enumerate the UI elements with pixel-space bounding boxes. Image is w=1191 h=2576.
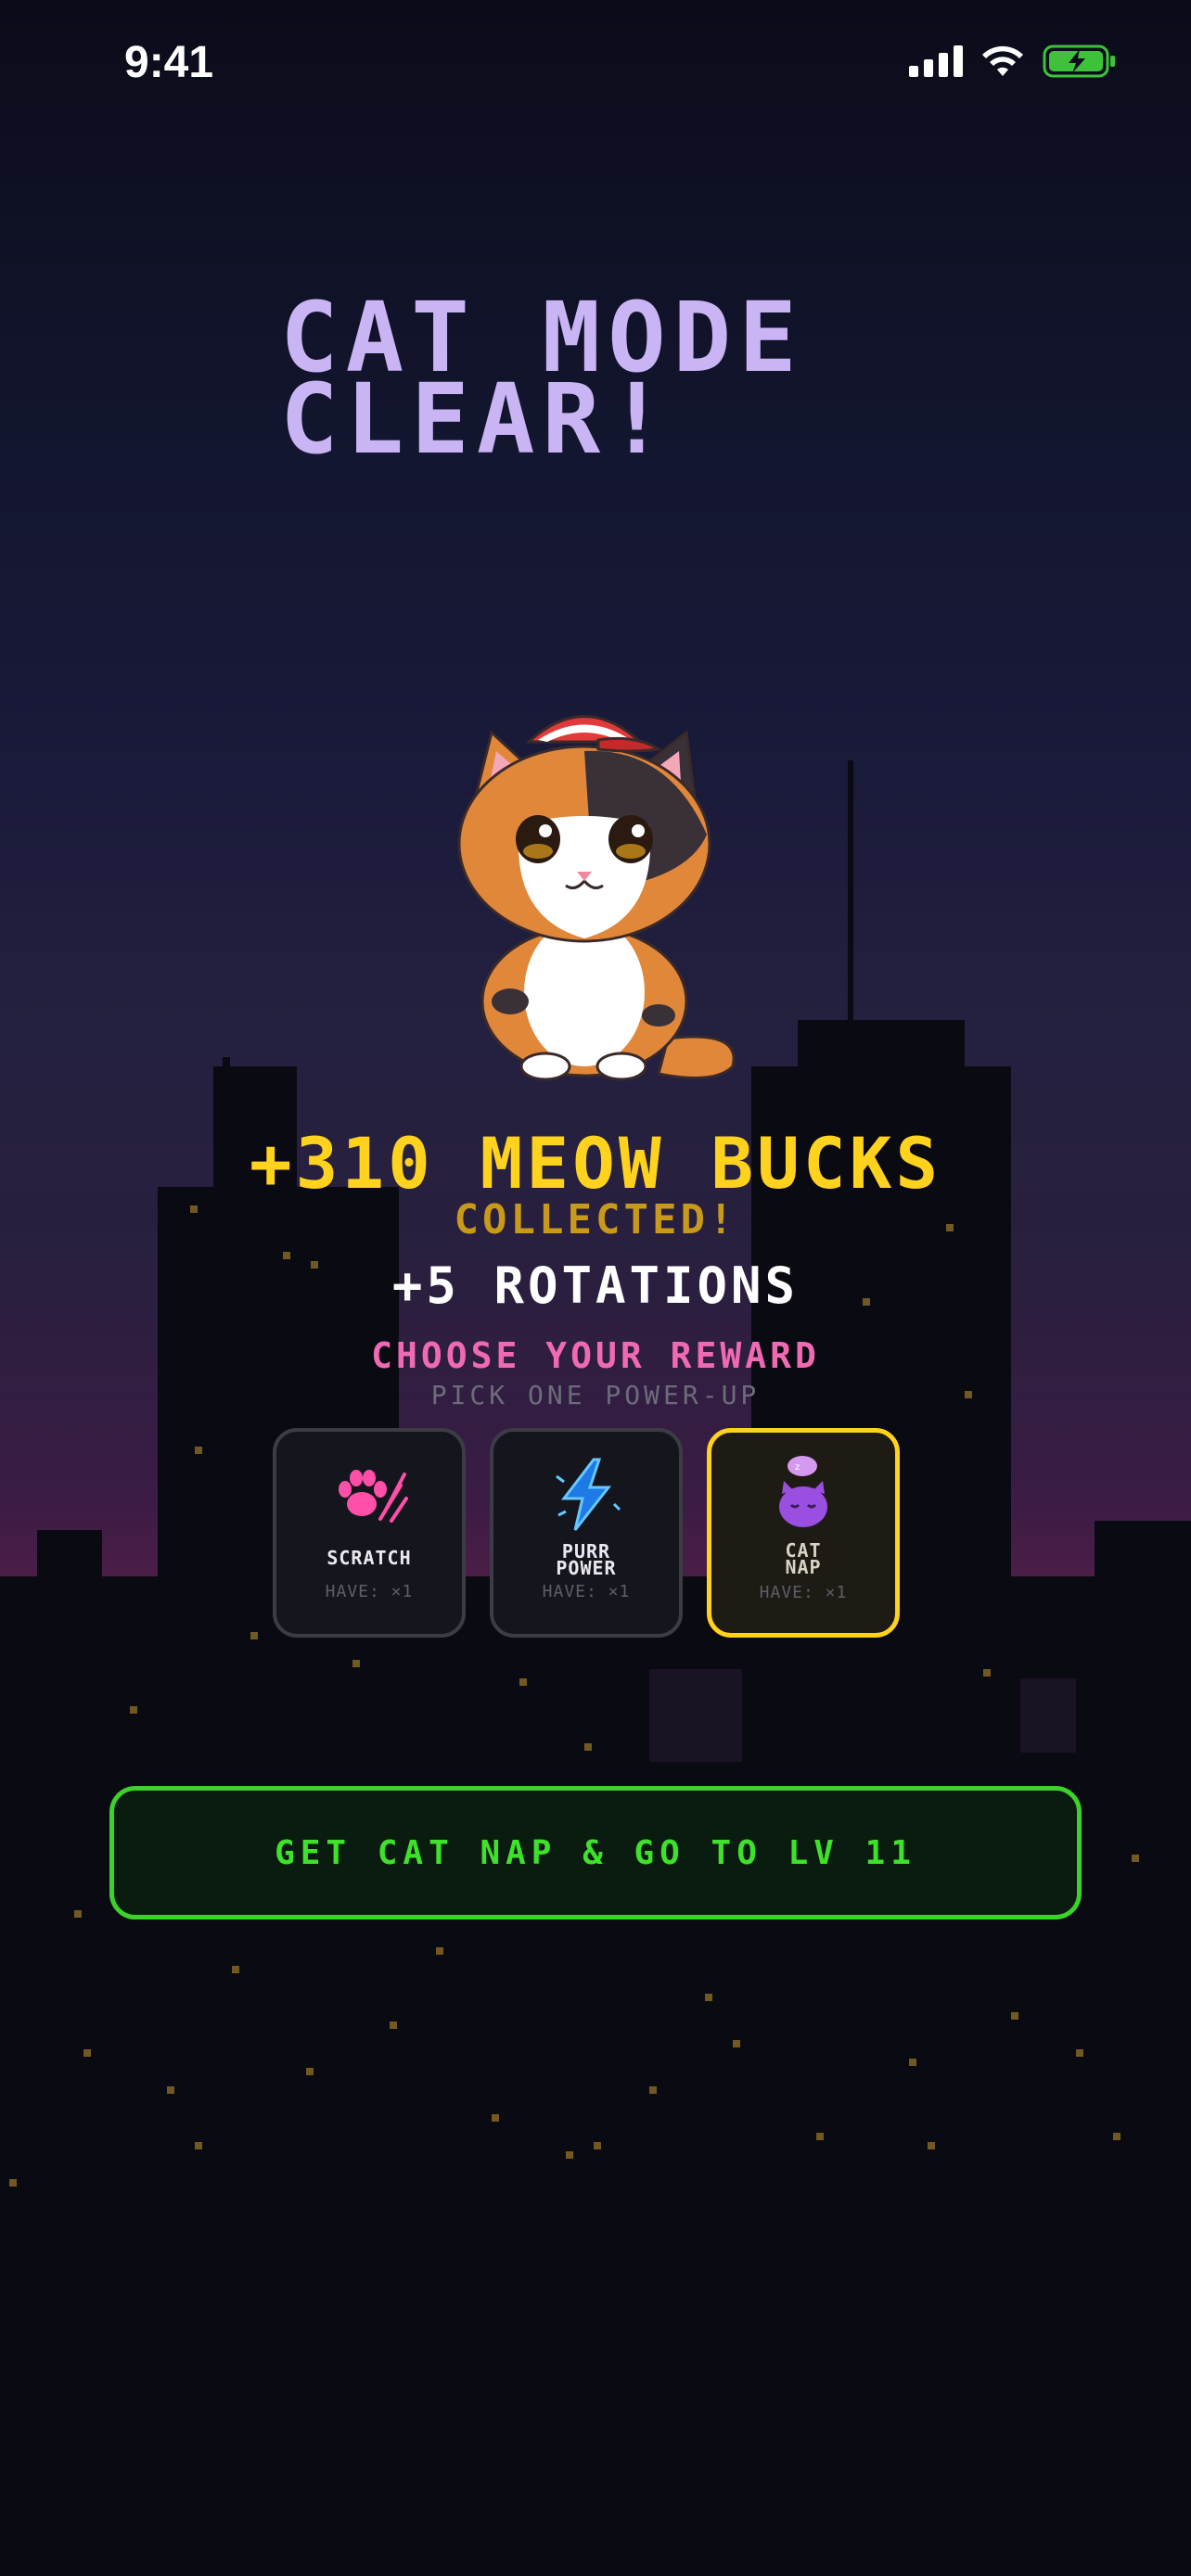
sleeping-cat-icon: z	[779, 1456, 827, 1527]
powerup-have-count: HAVE: ×1	[759, 1583, 848, 1602]
continue-button[interactable]: GET CAT NAP & GO TO LV 11	[109, 1786, 1082, 1919]
powerup-card-scratch[interactable]: SCRATCH HAVE: ×1	[273, 1428, 466, 1638]
powerup-have-count: HAVE: ×1	[542, 1582, 631, 1601]
signal-icon	[909, 45, 963, 77]
choose-reward-heading: CHOOSE YOUR REWARD	[371, 1335, 820, 1376]
paw-scratch-icon	[339, 1470, 408, 1523]
collected-label: COLLECTED!	[454, 1196, 737, 1243]
level-clear-title: CAT MODE CLEAR!	[280, 289, 804, 467]
powerup-name: SCRATCH	[327, 1547, 412, 1569]
powerup-name: PURR POWER	[556, 1540, 617, 1579]
powerup-card-purr-power[interactable]: PURR POWER HAVE: ×1	[490, 1428, 683, 1638]
powerup-cards: SCRATCH HAVE: ×1 PURR POWER HAVE: ×1 z C…	[273, 1428, 900, 1638]
powerup-card-cat-nap[interactable]: z CAT NAP HAVE: ×1	[707, 1428, 900, 1638]
meow-bucks-reward: +310 MEOW BUCKS	[249, 1122, 942, 1205]
lightning-icon	[556, 1458, 621, 1531]
rotations-reward: +5 ROTATIONS	[391, 1256, 800, 1315]
powerup-name: CAT NAP	[785, 1539, 822, 1578]
battery-charging-icon	[1043, 45, 1115, 78]
calico-cat-mascot	[457, 715, 736, 1081]
powerup-have-count: HAVE: ×1	[325, 1582, 414, 1601]
status-bar: 9:41	[0, 0, 1191, 130]
svg-text:z: z	[795, 1462, 800, 1473]
pick-powerup-subheading: PICK ONE POWER-UP	[430, 1380, 761, 1410]
status-time: 9:41	[124, 38, 214, 87]
wifi-icon	[982, 45, 1023, 76]
